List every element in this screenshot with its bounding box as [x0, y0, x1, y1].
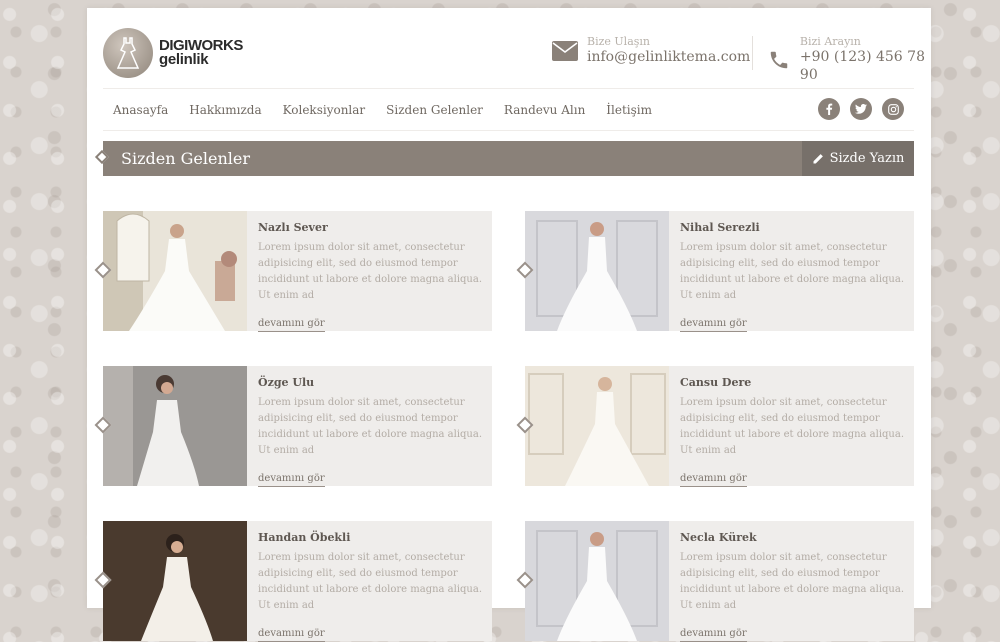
page-container: DIGIWORKS gelinlik Bize Ulaşın info@geli… [87, 8, 931, 642]
write-testimonial-button[interactable]: Sizde Yazın [802, 141, 914, 176]
diamond-icon [94, 149, 110, 165]
card-excerpt: Lorem ipsum dolor sit amet, consectetur … [680, 552, 905, 611]
read-more-link[interactable]: devamını gör [680, 628, 747, 642]
bride-photo[interactable] [103, 366, 247, 486]
dress-logo-icon [103, 28, 153, 78]
read-more-link[interactable]: devamını gör [680, 318, 747, 332]
instagram-icon[interactable] [882, 98, 904, 120]
email-label: Bize Ulaşın [587, 35, 650, 48]
main-nav: Anasayfa Hakkımızda Koleksiyonlar Sizden… [103, 88, 914, 131]
twitter-icon[interactable] [850, 98, 872, 120]
email-contact[interactable]: Bize Ulaşın info@gelinliktema.com [551, 36, 750, 66]
nav-item-home[interactable]: Anasayfa [113, 103, 168, 117]
phone-value[interactable]: +90 (123) 456 78 90 [800, 48, 931, 84]
card-author-name: Nihal Serezli [680, 221, 760, 234]
card-author-name: Necla Kürek [680, 531, 757, 544]
card-excerpt: Lorem ipsum dolor sit amet, consectetur … [258, 397, 483, 456]
card-author-name: Handan Öbekli [258, 531, 351, 544]
card-excerpt: Lorem ipsum dolor sit amet, consectetur … [680, 242, 905, 301]
testimonial-card: Nazlı Sever Lorem ipsum dolor sit amet, … [94, 211, 492, 332]
contact-divider [752, 36, 753, 70]
social-links [808, 98, 904, 120]
testimonial-card: Handan Öbekli Lorem ipsum dolor sit amet… [94, 521, 492, 642]
card-author-name: Özge Ulu [258, 376, 315, 389]
nav-item-collections[interactable]: Koleksiyonlar [283, 103, 366, 117]
section-title: Sizden Gelenler [121, 149, 250, 168]
testimonial-card: Özge Ulu Lorem ipsum dolor sit amet, con… [94, 366, 492, 487]
write-button-label: Sizde Yazın [829, 151, 905, 166]
read-more-link[interactable]: devamını gör [258, 473, 325, 487]
nav-item-about[interactable]: Hakkımızda [189, 103, 261, 117]
read-more-link[interactable]: devamını gör [680, 473, 747, 487]
bride-photo[interactable] [525, 211, 669, 331]
bride-photo[interactable] [525, 521, 669, 641]
read-more-link[interactable]: devamını gör [258, 628, 325, 642]
read-more-link[interactable]: devamını gör [258, 318, 325, 332]
nav-item-testimonials[interactable]: Sizden Gelenler [386, 103, 483, 117]
testimonial-card: Necla Kürek Lorem ipsum dolor sit amet, … [516, 521, 914, 642]
facebook-icon[interactable] [818, 98, 840, 120]
card-excerpt: Lorem ipsum dolor sit amet, consectetur … [258, 242, 483, 301]
logo-subtitle: gelinlik [159, 51, 209, 68]
nav-item-contact[interactable]: İletişim [606, 103, 652, 117]
section-title-bar: Sizden Gelenler Sizde Yazın [94, 141, 914, 176]
bride-photo[interactable] [103, 521, 247, 641]
site-logo[interactable]: DIGIWORKS gelinlik [103, 28, 243, 78]
envelope-icon [551, 37, 579, 65]
phone-icon [767, 46, 792, 74]
pencil-icon [813, 153, 823, 163]
card-author-name: Nazlı Sever [258, 221, 328, 234]
card-excerpt: Lorem ipsum dolor sit amet, consectetur … [258, 552, 483, 611]
email-value[interactable]: info@gelinliktema.com [587, 48, 750, 66]
bride-photo[interactable] [103, 211, 247, 331]
nav-item-appointment[interactable]: Randevu Alın [504, 103, 585, 117]
bride-photo[interactable] [525, 366, 669, 486]
card-excerpt: Lorem ipsum dolor sit amet, consectetur … [680, 397, 905, 456]
testimonial-card: Nihal Serezli Lorem ipsum dolor sit amet… [516, 211, 914, 332]
phone-contact[interactable]: Bizi Arayın +90 (123) 456 78 90 [767, 36, 931, 84]
card-author-name: Cansu Dere [680, 376, 752, 389]
testimonial-card: Cansu Dere Lorem ipsum dolor sit amet, c… [516, 366, 914, 487]
phone-label: Bizi Arayın [799, 35, 861, 48]
